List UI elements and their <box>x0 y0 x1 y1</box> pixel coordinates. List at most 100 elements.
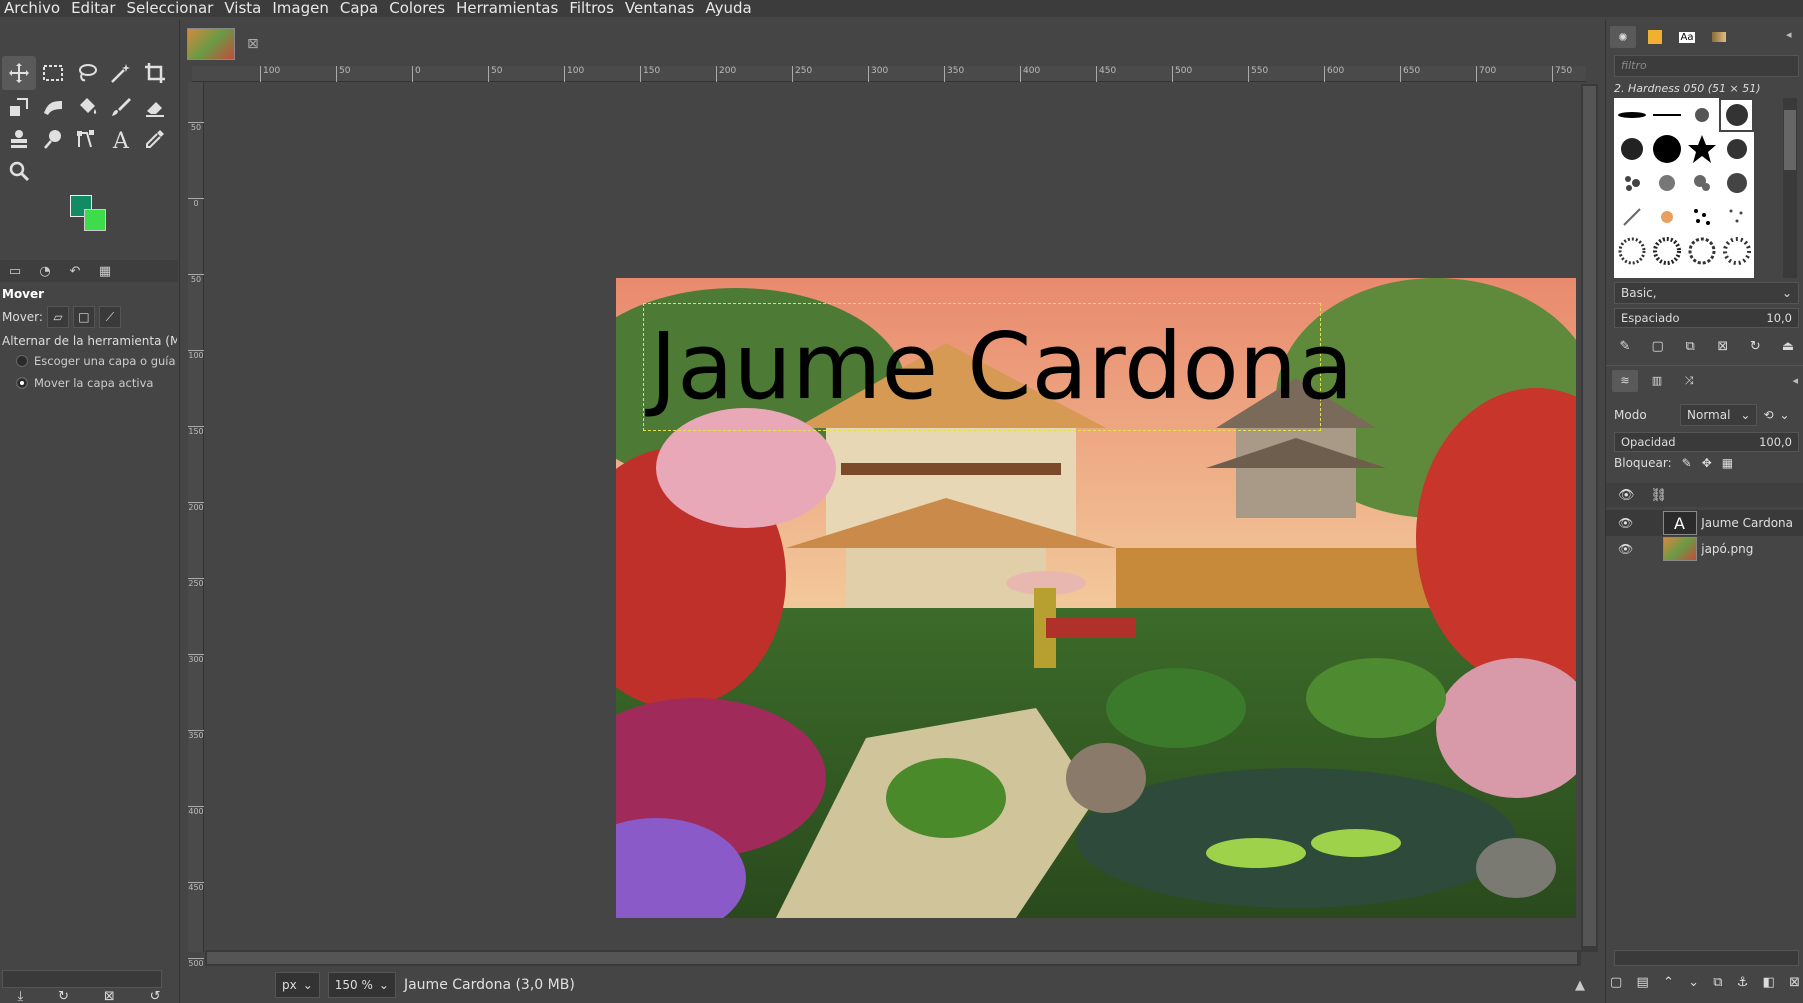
eraser-icon[interactable] <box>138 90 172 124</box>
switch-mode-icon[interactable]: ⟲ <box>1763 408 1773 422</box>
radio-move-active[interactable]: Mover la capa activa <box>16 376 153 390</box>
spacing-slider[interactable]: Espaciado 10,0 <box>1614 308 1799 328</box>
scale-icon[interactable] <box>2 90 36 124</box>
tool-options-tab-icon[interactable]: ▭ <box>0 260 30 282</box>
brush-item[interactable] <box>1614 98 1649 132</box>
text-tool-icon[interactable]: A <box>104 122 138 156</box>
radio-button-selected[interactable] <box>16 377 28 389</box>
background-color[interactable] <box>84 209 106 231</box>
color-picker-icon[interactable] <box>138 122 172 156</box>
vertical-scrollbar[interactable] <box>1581 84 1598 952</box>
brush-item[interactable] <box>1614 166 1649 200</box>
restore-options-icon[interactable]: ↻ <box>58 989 69 1003</box>
mode-select[interactable]: Normal ⌄ <box>1680 404 1758 426</box>
dock-menu-icon[interactable]: ◂ <box>1786 28 1792 41</box>
navigate-icon[interactable]: ▲ <box>1575 978 1585 993</box>
menu-imagen[interactable]: Imagen <box>272 0 328 17</box>
zoom-tool-icon[interactable] <box>2 154 36 188</box>
layer-name[interactable]: japó.png <box>1701 542 1753 556</box>
layers-scrollbar[interactable] <box>1614 950 1799 966</box>
close-icon[interactable]: ⊠ <box>247 36 259 52</box>
warp-icon[interactable] <box>36 90 70 124</box>
paintbrush-icon[interactable] <box>104 90 138 124</box>
save-options-icon[interactable]: ⤓ <box>17 989 23 1003</box>
horizontal-scrollbar[interactable] <box>205 950 1581 966</box>
vertical-scroll-thumb[interactable] <box>1583 86 1596 946</box>
open-brush-icon[interactable]: ⏏ <box>1777 335 1799 357</box>
smudge-icon[interactable] <box>36 122 70 156</box>
menu-ayuda[interactable]: Ayuda <box>705 0 751 17</box>
layers-tab-icon[interactable]: ≋ <box>1612 369 1638 392</box>
duplicate-brush-icon[interactable]: ⧉ <box>1679 335 1701 357</box>
layer-name[interactable]: Jaume Cardona <box>1701 516 1793 530</box>
new-layer-group-icon[interactable]: ▤ <box>1637 975 1649 990</box>
lasso-icon[interactable] <box>70 56 104 90</box>
delete-options-icon[interactable]: ⊠ <box>104 989 115 1003</box>
brush-item[interactable] <box>1684 200 1719 234</box>
menu-colores[interactable]: Colores <box>389 0 445 17</box>
anchor-layer-icon[interactable]: ⚓ <box>1737 975 1749 990</box>
text-layer-boundary[interactable]: Jaume Cardona <box>643 303 1353 431</box>
image-tab[interactable]: ⊠ <box>187 26 267 62</box>
move-tool-icon[interactable] <box>2 56 36 90</box>
mask-layer-icon[interactable]: ◧ <box>1763 975 1775 990</box>
refresh-brushes-icon[interactable]: ↻ <box>1744 335 1766 357</box>
chevron-down-icon[interactable]: ⌄ <box>1780 408 1790 422</box>
brush-item[interactable] <box>1649 132 1684 166</box>
menu-ventanas[interactable]: Ventanas <box>625 0 694 17</box>
unit-select[interactable]: px ⌄ <box>275 972 320 998</box>
menu-capa[interactable]: Capa <box>340 0 378 17</box>
radio-pick-layer[interactable]: Escoger una capa o guía <box>16 354 176 368</box>
opacity-slider[interactable]: Opacidad 100,0 <box>1614 432 1799 452</box>
undo-history-tab-icon[interactable]: ↶ <box>60 260 90 282</box>
fuzzy-select-icon[interactable] <box>104 56 138 90</box>
brush-item[interactable] <box>1719 132 1754 166</box>
new-layer-icon[interactable]: ▢ <box>1610 975 1622 990</box>
menu-vista[interactable]: Vista <box>224 0 261 17</box>
horizontal-scroll-thumb[interactable] <box>207 952 1577 964</box>
paths-icon[interactable] <box>70 122 104 156</box>
brush-item[interactable] <box>1649 200 1684 234</box>
channels-tab-icon[interactable]: ▥ <box>1644 370 1670 392</box>
brush-grid[interactable] <box>1614 98 1754 278</box>
lower-layer-icon[interactable]: ⌄ <box>1688 975 1699 990</box>
layer-row-text[interactable]: 👁 A Jaume Cardona <box>1606 510 1803 536</box>
lock-alpha-icon[interactable]: ▦ <box>1722 456 1733 470</box>
menu-herramientas[interactable]: Herramientas <box>456 0 558 17</box>
menu-filtros[interactable]: Filtros <box>569 0 614 17</box>
delete-layer-icon[interactable]: ⊠ <box>1789 975 1800 990</box>
radio-button[interactable] <box>16 355 28 367</box>
delete-brush-icon[interactable]: ⊠ <box>1712 335 1734 357</box>
layer-row-image[interactable]: 👁 japó.png <box>1606 536 1803 562</box>
brush-item[interactable] <box>1684 132 1719 166</box>
rect-select-icon[interactable] <box>36 56 70 90</box>
raise-layer-icon[interactable]: ⌃ <box>1663 975 1674 990</box>
brush-item[interactable] <box>1684 234 1719 268</box>
images-tab-icon[interactable]: ▦ <box>90 260 120 282</box>
brush-item[interactable] <box>1719 166 1754 200</box>
menu-editar[interactable]: Editar <box>71 0 115 17</box>
lock-pixels-icon[interactable]: ✎ <box>1682 456 1692 470</box>
paths-tab-icon[interactable]: ⤨ <box>1676 370 1702 392</box>
brush-item-selected[interactable] <box>1719 98 1754 132</box>
bucket-fill-icon[interactable] <box>70 90 104 124</box>
canvas-text[interactable]: Jaume Cardona <box>644 321 1353 413</box>
eye-icon[interactable]: 👁 <box>1618 542 1633 556</box>
gradients-tab-icon[interactable] <box>1706 26 1732 48</box>
clone-icon[interactable] <box>2 122 36 156</box>
device-status-tab-icon[interactable]: ◔ <box>30 260 60 282</box>
brush-item[interactable] <box>1649 98 1684 132</box>
brush-item[interactable] <box>1719 200 1754 234</box>
eye-icon[interactable]: 👁 <box>1618 516 1633 530</box>
edit-brush-icon[interactable]: ✎ <box>1614 335 1636 357</box>
brush-scrollbar[interactable] <box>1783 98 1797 278</box>
new-brush-icon[interactable]: ▢ <box>1647 335 1669 357</box>
brush-item[interactable] <box>1649 234 1684 268</box>
reset-options-icon[interactable]: ↺ <box>150 989 161 1003</box>
brushes-tab-icon[interactable]: ✺ <box>1610 26 1636 48</box>
brush-item[interactable] <box>1719 234 1754 268</box>
image-tab-thumbnail[interactable] <box>187 28 235 60</box>
menu-seleccionar[interactable]: Seleccionar <box>127 0 214 17</box>
brush-preset-select[interactable]: Basic, ⌄ <box>1614 282 1799 304</box>
brush-item[interactable] <box>1684 98 1719 132</box>
